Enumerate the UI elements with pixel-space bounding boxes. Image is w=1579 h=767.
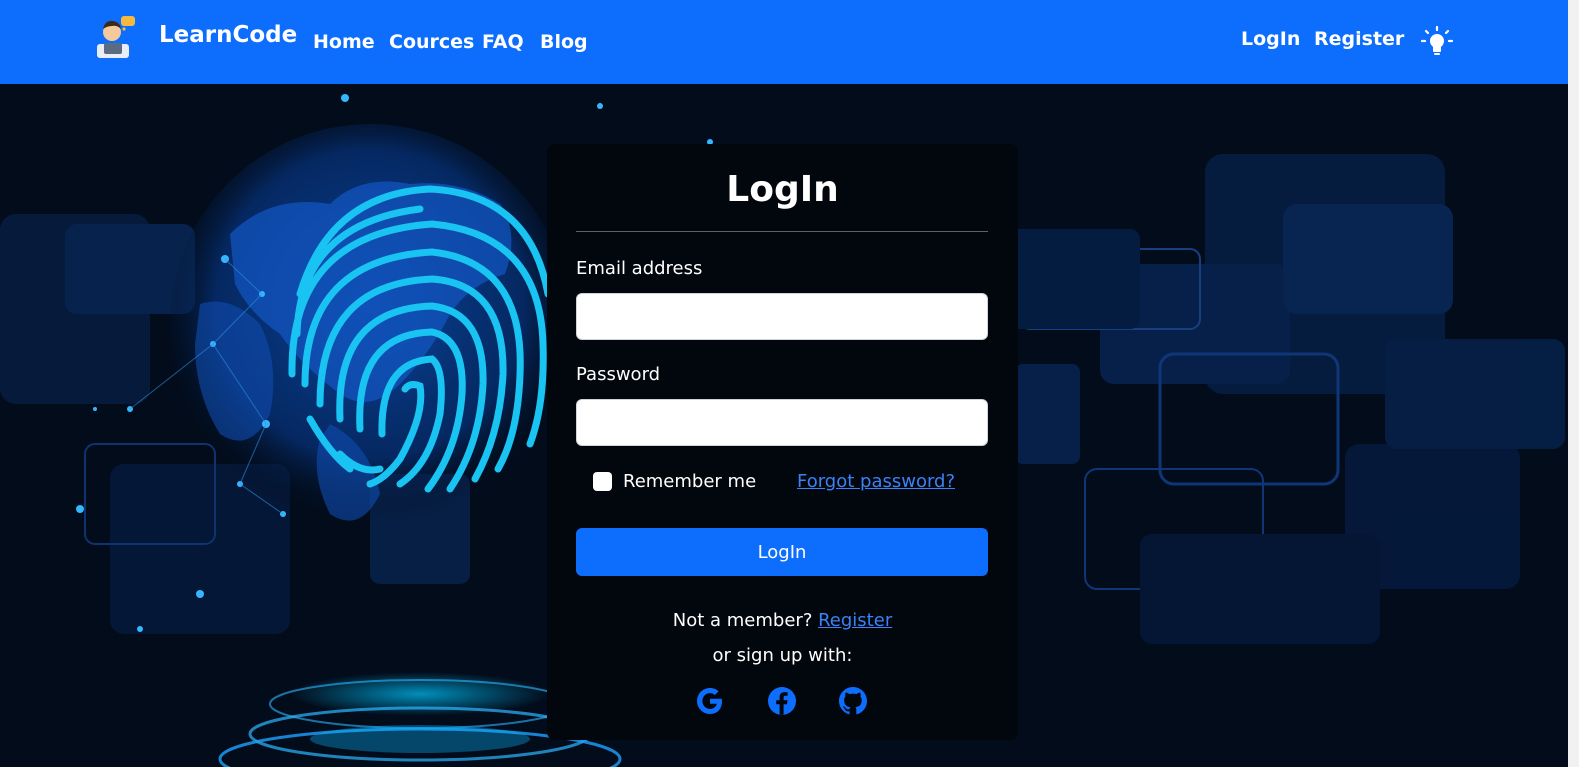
github-icon[interactable] [837, 685, 869, 717]
email-input[interactable] [576, 293, 988, 340]
login-button[interactable]: LogIn [576, 528, 988, 576]
login-card: LogIn Email address Password Remember me… [547, 144, 1018, 740]
brand-name[interactable]: LearnCode [159, 22, 297, 48]
password-input[interactable] [576, 399, 988, 446]
nav-courses[interactable]: Cources [389, 31, 474, 53]
lightbulb-icon[interactable] [1420, 25, 1454, 59]
password-label: Password [576, 364, 661, 385]
remember-label[interactable]: Remember me [623, 470, 756, 494]
forgot-password-link[interactable]: Forgot password? [797, 470, 955, 494]
email-label: Email address [576, 258, 703, 279]
coder-avatar-icon[interactable] [93, 14, 137, 60]
member-line: Not a member? Register [547, 609, 1018, 633]
nav-blog[interactable]: Blog [540, 31, 588, 53]
not-member-text: Not a member? [672, 610, 813, 631]
title-divider [576, 231, 988, 232]
register-link[interactable]: Register [818, 610, 892, 631]
nav-login[interactable]: LogIn [1241, 28, 1300, 50]
signup-text: or sign up with: [712, 645, 853, 666]
remember-checkbox[interactable] [593, 472, 612, 491]
nav-register[interactable]: Register [1314, 28, 1404, 50]
page-scrollbar[interactable] [1568, 0, 1579, 767]
navbar: LearnCode Home Cources FAQ Blog LogIn Re… [0, 0, 1568, 84]
nav-faq[interactable]: FAQ [482, 31, 524, 53]
google-icon[interactable] [694, 685, 726, 717]
login-title: LogIn [726, 169, 839, 210]
nav-home[interactable]: Home [313, 31, 375, 53]
facebook-icon[interactable] [766, 685, 798, 717]
